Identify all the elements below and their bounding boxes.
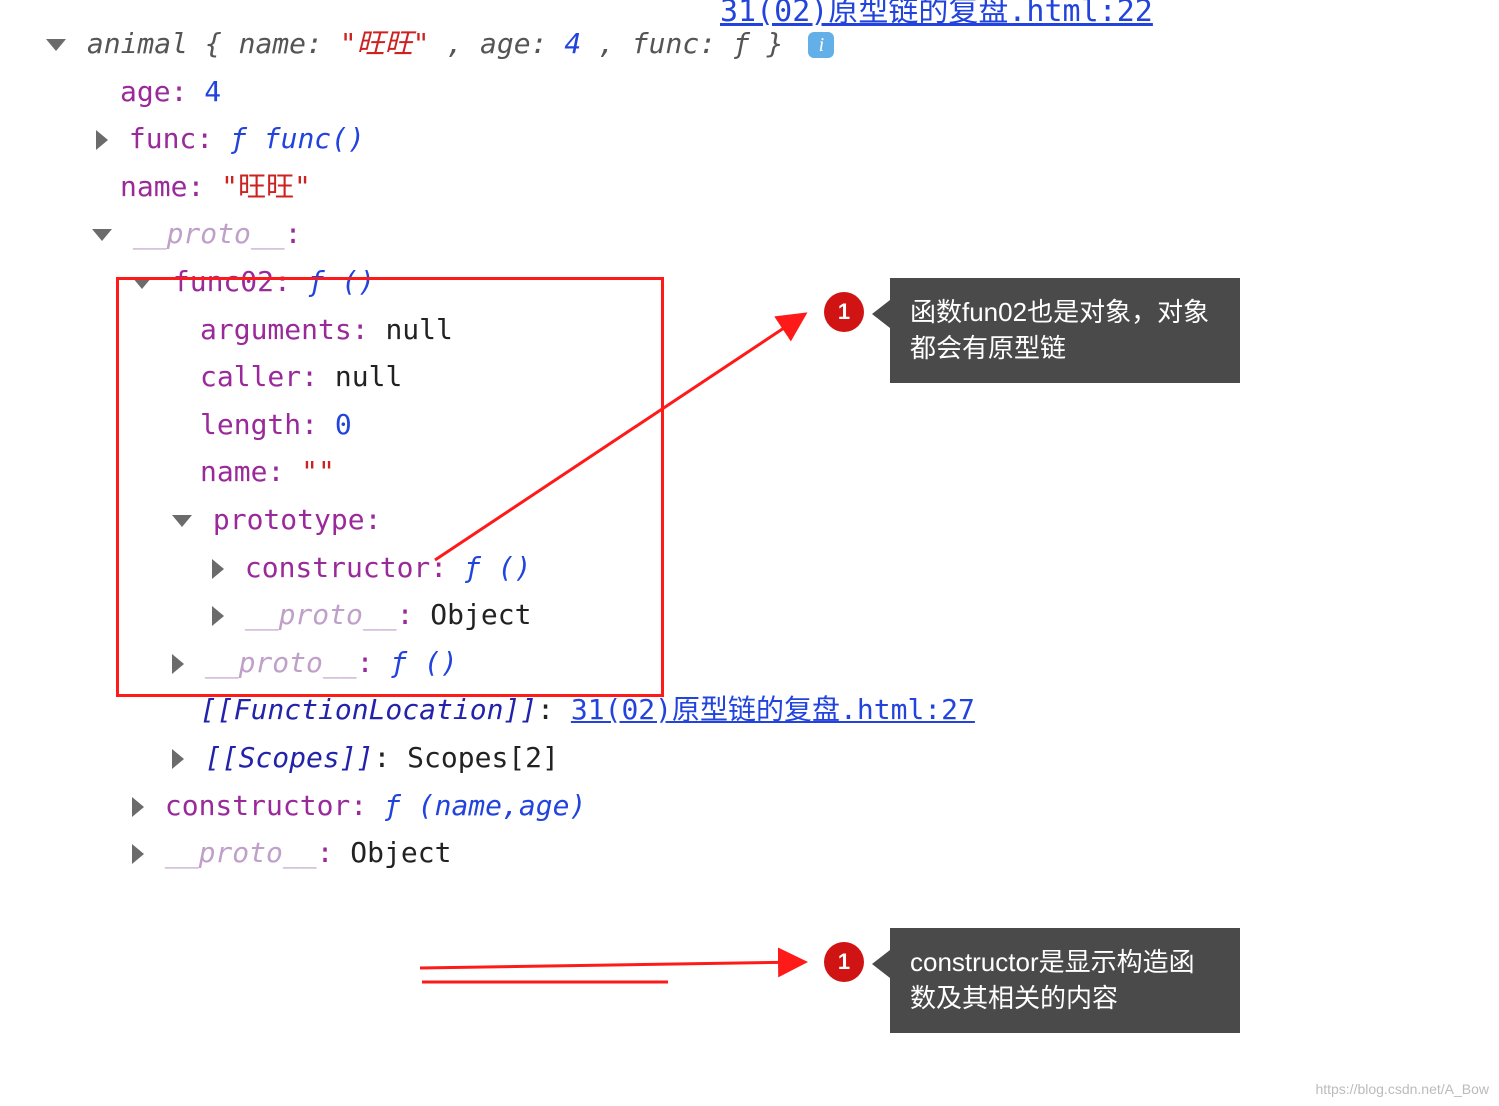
source-link[interactable]: 31(02)原型链的复盘.html:27 <box>571 693 975 726</box>
chevron-down-icon[interactable] <box>132 277 152 289</box>
chevron-right-icon[interactable] <box>96 130 108 150</box>
prop-prototype-proto[interactable]: __proto__: Object <box>0 591 1499 639</box>
annotation-callout-2: constructor是显示构造函数及其相关的内容 <box>890 928 1240 1033</box>
prop-length[interactable]: length: 0 <box>0 401 1499 449</box>
chevron-down-icon[interactable] <box>92 229 112 241</box>
chevron-right-icon[interactable] <box>132 844 144 864</box>
annotation-number-1: 1 <box>824 292 864 332</box>
chevron-down-icon[interactable] <box>46 39 66 51</box>
prop-age[interactable]: age: 4 <box>0 68 1499 116</box>
prop-function-location[interactable]: [[FunctionLocation]]: 31(02)原型链的复盘.html:… <box>0 686 1499 734</box>
prop-func02-name[interactable]: name: "" <box>0 448 1499 496</box>
source-link-top[interactable]: 31(02)原型链的复盘.html:22 <box>720 0 1153 37</box>
console-tree: animal { name: "旺旺" , age: 4 , func: ƒ }… <box>0 0 1499 877</box>
prop-caller[interactable]: caller: null <box>0 353 1499 401</box>
prop-constructor[interactable]: constructor: ƒ (name,age) <box>0 782 1499 830</box>
class-name: animal <box>87 27 188 60</box>
callout-pointer-icon <box>872 950 890 978</box>
prop-arguments[interactable]: arguments: null <box>0 306 1499 354</box>
chevron-down-icon[interactable] <box>172 515 192 527</box>
prop-scopes[interactable]: [[Scopes]]: Scopes[2] <box>0 734 1499 782</box>
chevron-right-icon[interactable] <box>212 559 224 579</box>
chevron-right-icon[interactable] <box>212 606 224 626</box>
prop-prototype[interactable]: prototype: <box>0 496 1499 544</box>
prop-func[interactable]: func: ƒ func() <box>0 115 1499 163</box>
chevron-right-icon[interactable] <box>132 797 144 817</box>
annotation-number-2: 1 <box>824 942 864 982</box>
watermark: https://blog.csdn.net/A_Bow <box>1315 1078 1489 1102</box>
prop-proto[interactable]: __proto__: <box>0 210 1499 258</box>
prop-prototype-constructor[interactable]: constructor: ƒ () <box>0 544 1499 592</box>
annotation-callout-1: 函数fun02也是对象，对象都会有原型链 <box>890 278 1240 383</box>
chevron-right-icon[interactable] <box>172 654 184 674</box>
prop-func02[interactable]: func02: ƒ () <box>0 258 1499 306</box>
chevron-right-icon[interactable] <box>172 749 184 769</box>
prop-func02-proto[interactable]: __proto__: ƒ () <box>0 639 1499 687</box>
prop-bottom-proto[interactable]: __proto__: Object <box>0 829 1499 877</box>
callout-pointer-icon <box>872 300 890 328</box>
prop-name[interactable]: name: "旺旺" <box>0 163 1499 211</box>
